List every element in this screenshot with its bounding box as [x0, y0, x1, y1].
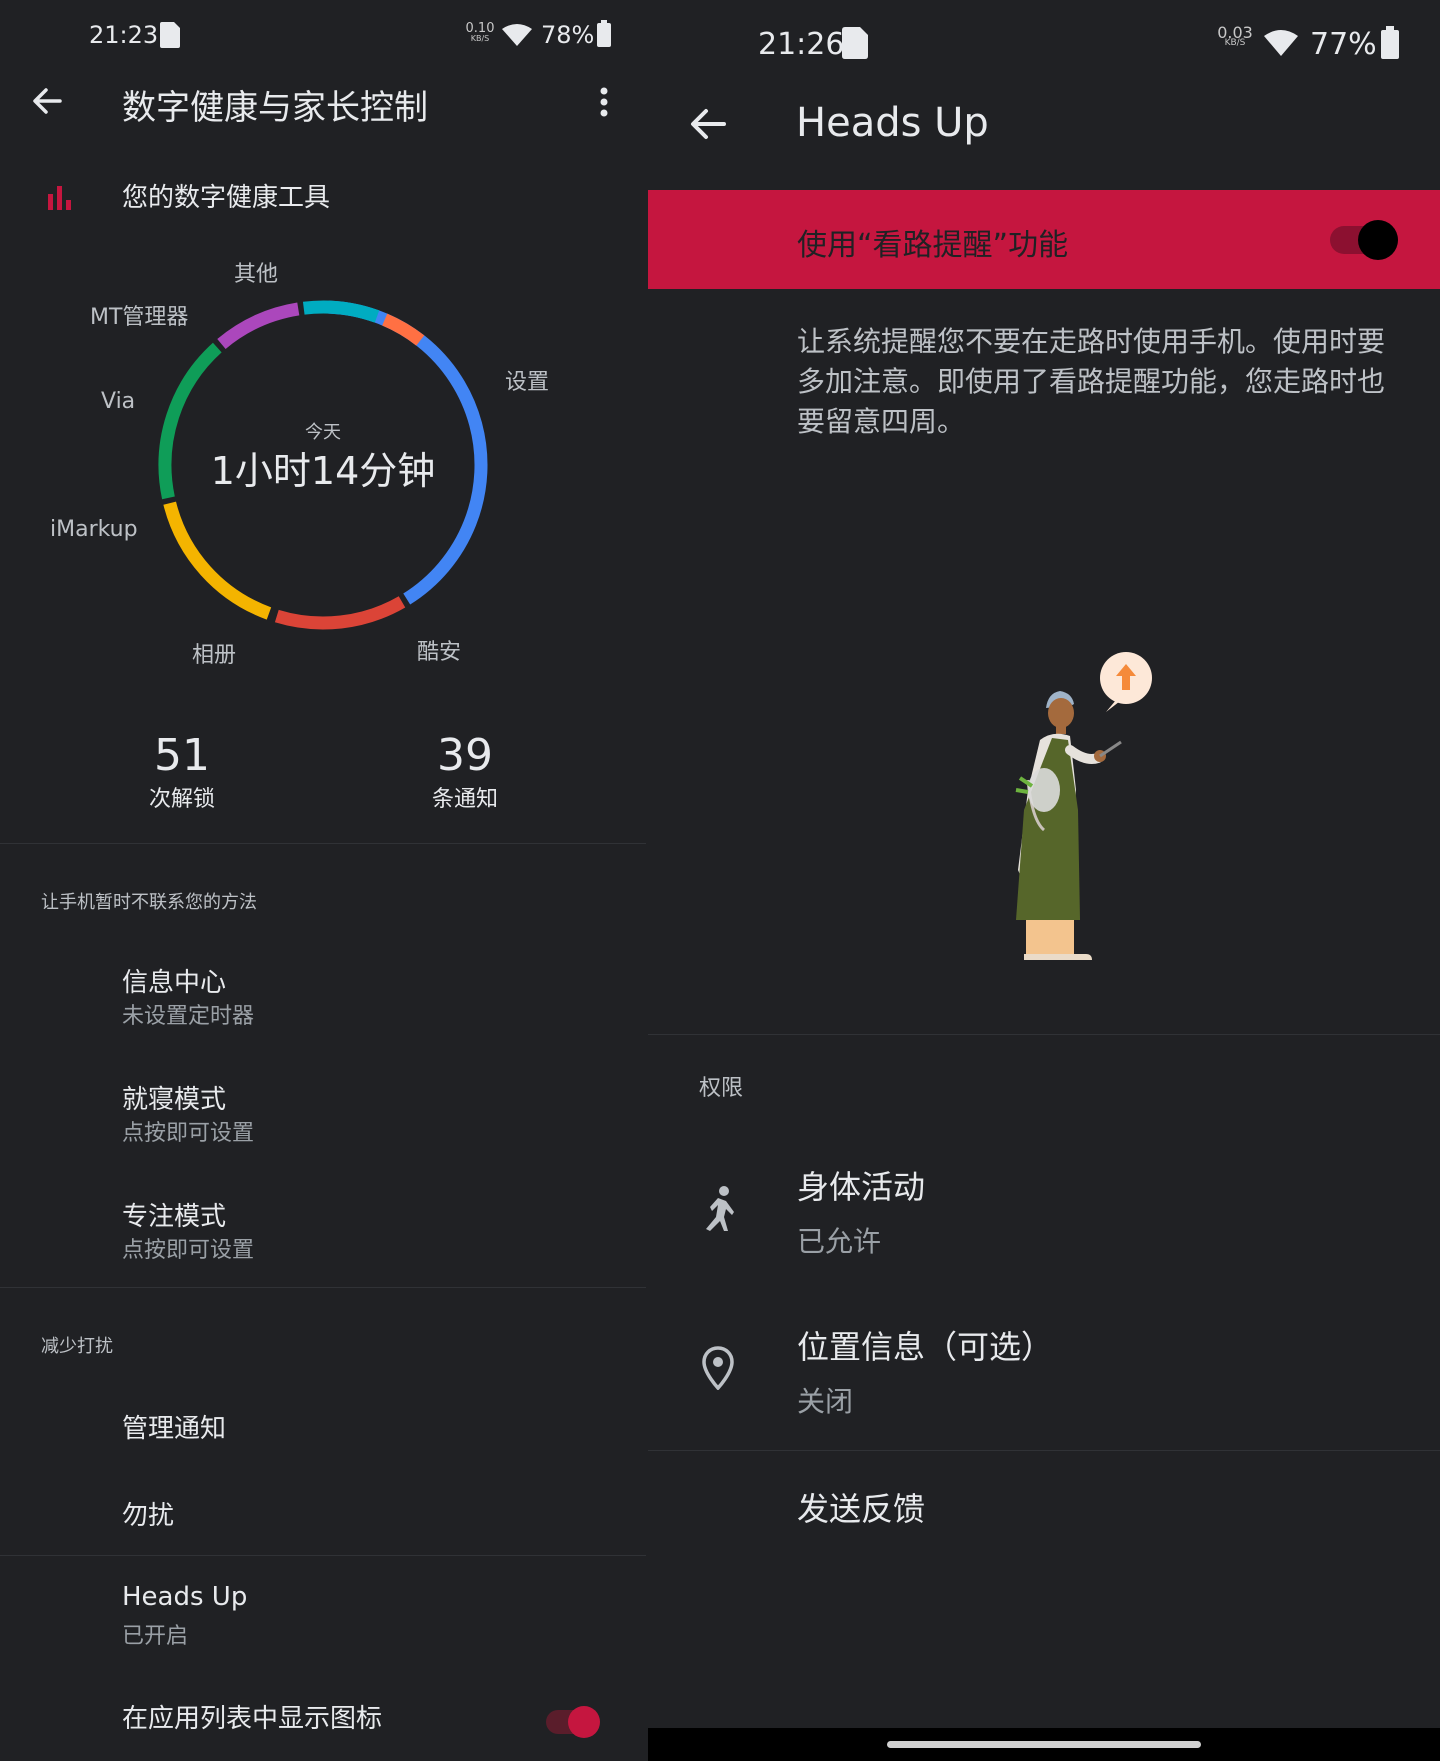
- net-speed: 0.03 KB/S: [1217, 23, 1253, 49]
- wifi-icon: [502, 24, 532, 46]
- wifi-icon: [1264, 30, 1298, 56]
- digital-wellbeing-screen: 21:23 0.10 KB/S 78% 数字健康与家长控制 您的数字健康工具 设…: [0, 0, 646, 1761]
- tools-title[interactable]: 您的数字健康工具: [122, 177, 330, 214]
- heads-up-main-toggle-row[interactable]: 使用“看路提醒”功能: [648, 190, 1440, 289]
- list-item-title: 勿扰: [122, 1501, 175, 1531]
- list-item-subtitle: 已开启: [122, 1624, 189, 1649]
- list-item-subtitle: 点按即可设置: [122, 1238, 255, 1263]
- battery-icon: [597, 20, 611, 47]
- list-item-heads-up[interactable]: Heads Up 已开启: [0, 1572, 646, 1668]
- navigation-bar: [648, 1728, 1440, 1761]
- sim-card-icon: [842, 27, 868, 59]
- donut-slice-4: [217, 302, 300, 350]
- section-title-disconnect: 让手机暂时不联系您的方法: [41, 892, 257, 913]
- donut-center-value: 1小时14分钟: [210, 449, 436, 493]
- slice-label-settings: 设置: [505, 370, 550, 395]
- permission-item-physical-activity[interactable]: 身体活动 已允许: [648, 1150, 1440, 1280]
- donut-slice-6: [382, 313, 425, 346]
- status-time: 21:26: [758, 27, 845, 62]
- notification-label: 条通知: [431, 787, 498, 812]
- permission-item-title: 位置信息（可选）: [797, 1328, 1054, 1366]
- home-gesture-handle[interactable]: [887, 1741, 1201, 1748]
- show-icon-toggle-thumb[interactable]: [568, 1706, 600, 1738]
- list-item-subtitle: 未设置定时器: [122, 1004, 255, 1029]
- unlock-label: 次解锁: [148, 787, 215, 812]
- unlock-count: 51: [154, 730, 210, 781]
- divider: [0, 1555, 646, 1556]
- notification-count: 39: [437, 730, 493, 781]
- section-title-permissions: 权限: [699, 1076, 744, 1101]
- list-item-dashboard[interactable]: 信息中心 未设置定时器: [0, 952, 646, 1048]
- main-toggle-thumb[interactable]: [1358, 220, 1398, 260]
- heads-up-screen: 21:26 0.03 KB/S 77% Heads Up 使用“看路提醒”功能 …: [648, 0, 1440, 1761]
- section-title-reduce: 减少打扰: [41, 1336, 113, 1357]
- list-item-title: 管理通知: [122, 1414, 227, 1444]
- slice-label-other: 其他: [234, 262, 279, 287]
- permission-item-location[interactable]: 位置信息（可选） 关闭: [648, 1310, 1440, 1440]
- send-feedback-item[interactable]: 发送反馈: [648, 1470, 1440, 1540]
- back-arrow-icon[interactable]: [30, 84, 64, 118]
- list-item-bedtime-mode[interactable]: 就寝模式 点按即可设置: [0, 1069, 646, 1165]
- list-item-title: Heads Up: [122, 1582, 248, 1612]
- location-pin-icon: [702, 1346, 734, 1390]
- page-title: 数字健康与家长控制: [122, 88, 428, 128]
- bar-chart-icon: [48, 186, 71, 210]
- list-item-title: 专注模式: [122, 1202, 227, 1232]
- running-icon: [706, 1186, 734, 1231]
- notification-stat[interactable]: 39 条通知: [365, 730, 565, 813]
- battery-icon: [1381, 26, 1399, 59]
- slice-label-coolapk: 酷安: [417, 640, 462, 665]
- usage-donut-chart[interactable]: 设置 酷安 相册 iMarkup Via MT管理器 其他 今天 1小时14分钟: [0, 240, 646, 680]
- list-item-title: 就寝模式: [122, 1085, 227, 1115]
- sim-card-icon: [160, 22, 180, 48]
- divider: [0, 1287, 646, 1288]
- divider: [648, 1034, 1440, 1035]
- permission-item-subtitle: 关闭: [797, 1385, 854, 1418]
- permission-item-title: 身体活动: [797, 1168, 926, 1206]
- list-item-title: 信息中心: [122, 968, 227, 998]
- list-item-title: 在应用列表中显示图标: [122, 1704, 383, 1734]
- slice-label-gallery: 相册: [192, 643, 237, 668]
- slice-label-mt-manager: MT管理器: [90, 305, 189, 330]
- divider: [648, 1450, 1440, 1451]
- walking-person-illustration: [1015, 652, 1152, 960]
- divider: [0, 843, 646, 844]
- donut-slice-5: [302, 300, 380, 323]
- list-item-focus-mode[interactable]: 专注模式 点按即可设置: [0, 1186, 646, 1282]
- more-options-icon[interactable]: [596, 86, 612, 118]
- list-item-show-app-icon[interactable]: 在应用列表中显示图标: [0, 1690, 646, 1752]
- page-title: Heads Up: [796, 100, 989, 146]
- back-arrow-icon[interactable]: [688, 104, 728, 144]
- net-speed: 0.10 KB/S: [465, 21, 495, 43]
- unlock-stat[interactable]: 51 次解锁: [82, 730, 282, 813]
- description-text: 让系统提醒您不要在走路时使用手机。使用时要多加注意。即使用了看路提醒功能，您走路…: [797, 325, 1386, 438]
- main-toggle-label: 使用“看路提醒”功能: [797, 228, 1069, 263]
- battery-percent: 77%: [1310, 27, 1377, 62]
- list-item-manage-notifications[interactable]: 管理通知: [0, 1400, 646, 1470]
- list-item-subtitle: 点按即可设置: [122, 1121, 255, 1146]
- battery-percent: 78%: [541, 21, 595, 49]
- slice-label-via: Via: [101, 389, 136, 414]
- status-time: 21:23: [89, 21, 159, 49]
- list-item-do-not-disturb[interactable]: 勿扰: [0, 1487, 646, 1557]
- send-feedback-title: 发送反馈: [797, 1490, 926, 1528]
- donut-slice-1: [274, 596, 406, 630]
- slice-label-imarkup: iMarkup: [50, 517, 138, 542]
- permission-item-subtitle: 已允许: [797, 1225, 882, 1258]
- donut-slice-2: [163, 501, 272, 620]
